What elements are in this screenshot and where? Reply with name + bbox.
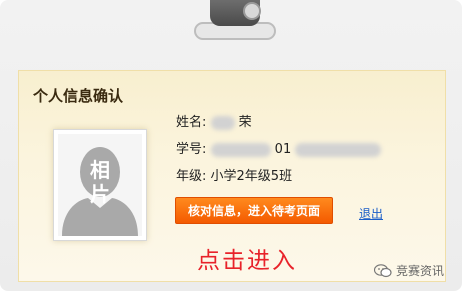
id-value: 01 — [274, 142, 292, 157]
name-label: 姓名: — [176, 115, 207, 130]
grade-value: 小学2年级5班 — [210, 169, 293, 184]
id-row: 学号: 01 — [176, 138, 382, 157]
watermark: 竞赛资讯 — [374, 262, 444, 279]
photo-label: 相 片 — [54, 158, 146, 206]
watermark-text: 竞赛资讯 — [396, 264, 445, 278]
wechat-icon — [374, 263, 392, 277]
grade-label: 年级: — [176, 169, 207, 184]
photo-placeholder: 相 片 — [53, 129, 147, 241]
click-to-enter-hint: 点击进入 — [197, 248, 297, 274]
info-confirm-panel: 个人信息确认 相 片 姓名: 荣 学号: 01 年级: 小学2年级5班 核对信息… — [18, 70, 446, 282]
clip-hole-icon — [243, 2, 261, 20]
photo-label-line2: 片 — [90, 182, 110, 206]
name-value: 荣 — [238, 115, 252, 130]
photo-label-line1: 相 — [90, 158, 110, 182]
name-row: 姓名: 荣 — [176, 111, 252, 130]
grade-row: 年级: 小学2年级5班 — [176, 165, 292, 184]
clip-body — [210, 0, 261, 26]
badge-card: 个人信息确认 相 片 姓名: 荣 学号: 01 年级: 小学2年级5班 核对信息… — [0, 0, 462, 291]
id-blur-2 — [295, 142, 382, 157]
panel-title: 个人信息确认 — [33, 87, 124, 105]
enter-exam-button[interactable]: 核对信息，进入待考页面 — [175, 197, 333, 224]
badge-clip — [194, 0, 276, 40]
logout-link[interactable]: 退出 — [359, 205, 383, 222]
id-blur-1 — [210, 142, 271, 157]
name-blur — [210, 115, 235, 130]
id-label: 学号: — [176, 142, 207, 157]
